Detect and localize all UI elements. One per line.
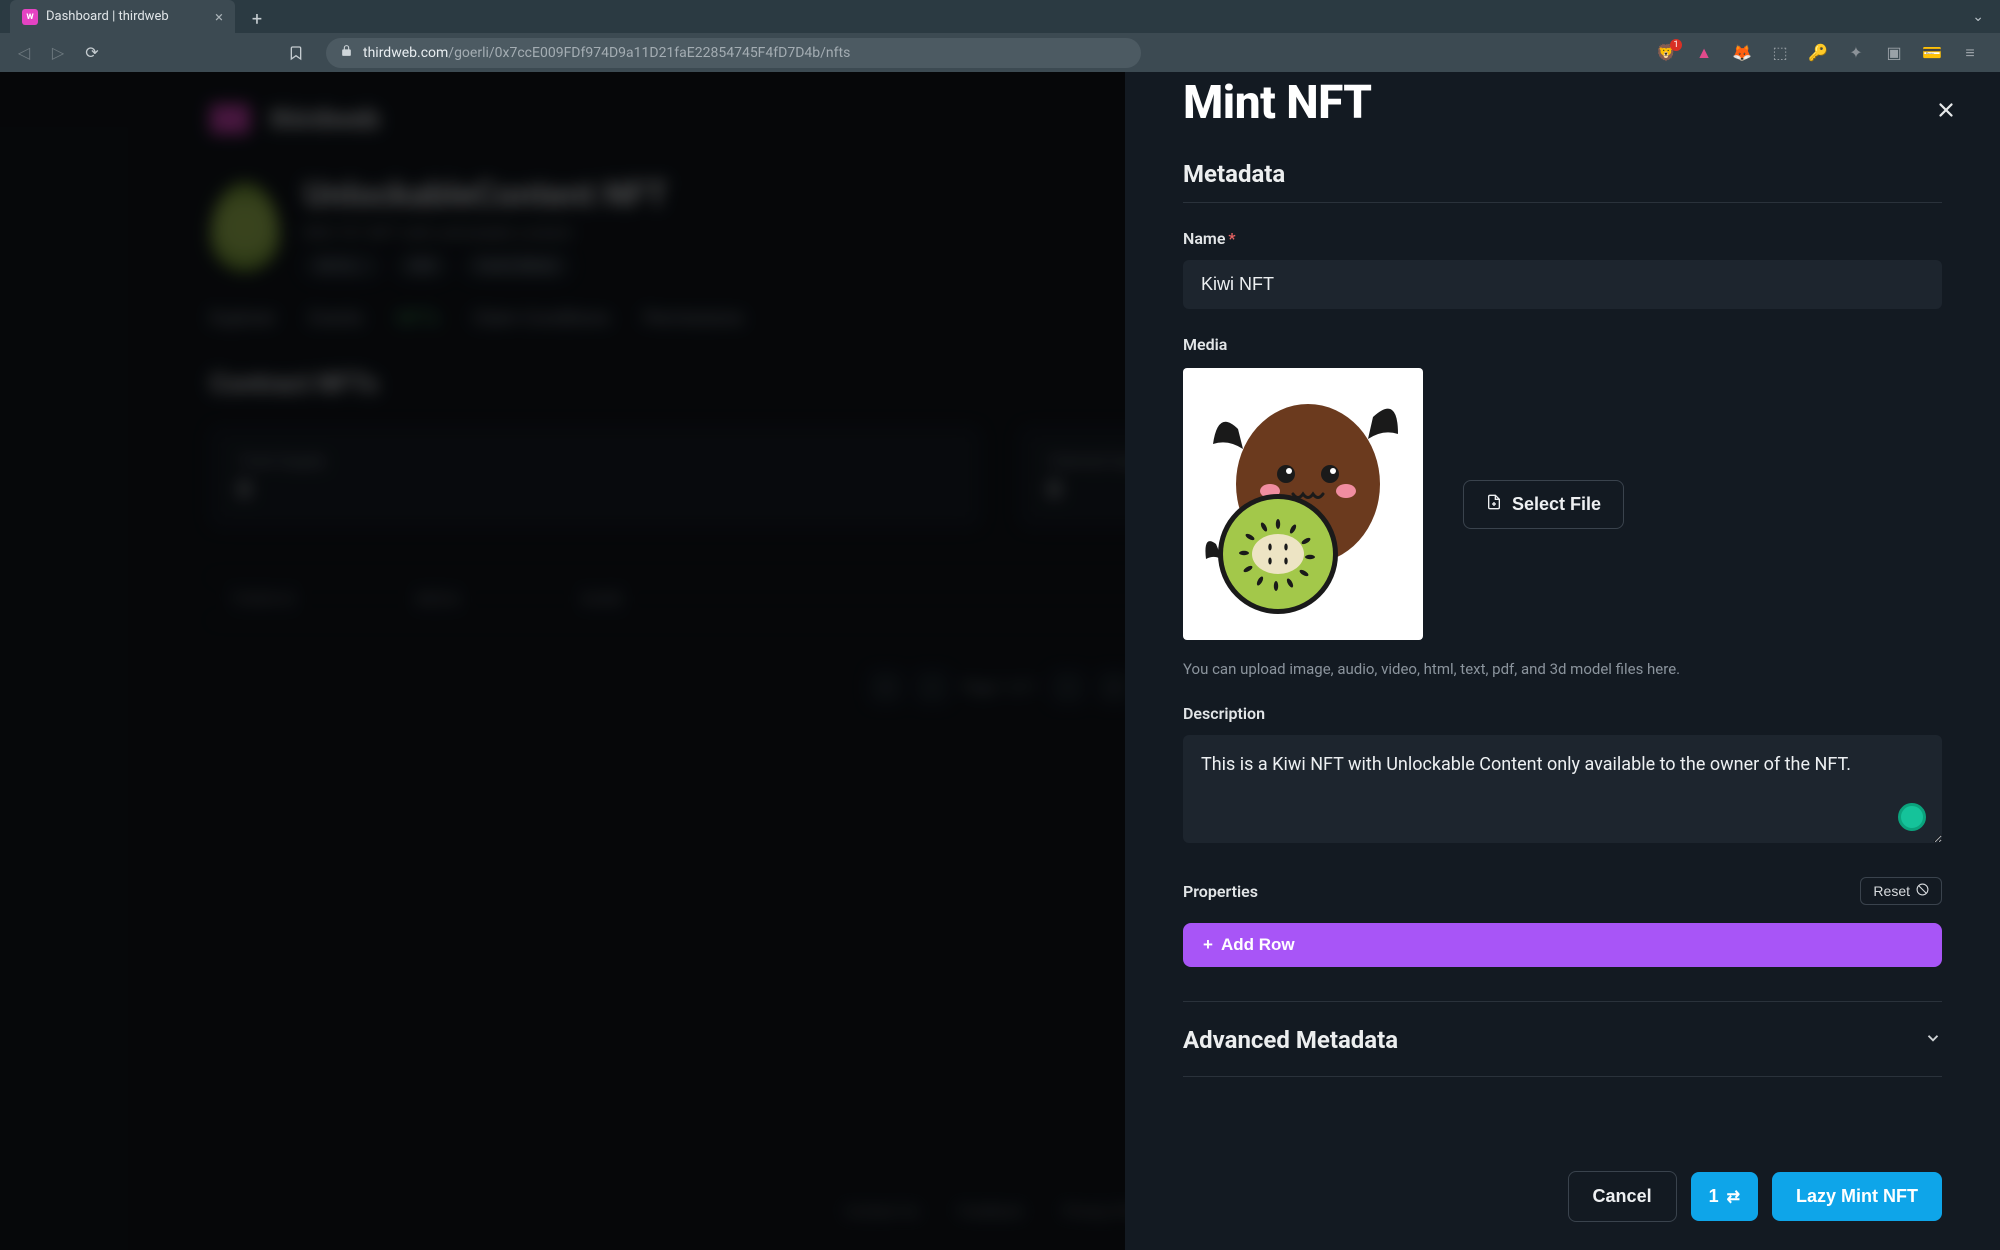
description-label: Description xyxy=(1183,704,1942,723)
bookmark-icon[interactable] xyxy=(284,41,308,65)
media-preview xyxy=(1183,368,1423,640)
add-row-label: Add Row xyxy=(1221,935,1295,955)
select-file-button[interactable]: Select File xyxy=(1463,480,1624,529)
media-label: Media xyxy=(1183,335,1942,354)
forward-button[interactable]: ▷ xyxy=(46,41,70,65)
tab-bar: w Dashboard | thirdweb × + ⌄ xyxy=(0,0,2000,33)
metamask-icon[interactable]: 🦊 xyxy=(1732,43,1752,63)
tab-title: Dashboard | thirdweb xyxy=(46,9,169,24)
address-bar: ◁ ▷ ⟳ thirdweb.com/goerli/0x7ccE009FDf97… xyxy=(0,33,2000,72)
reset-button[interactable]: Reset xyxy=(1860,877,1942,905)
swap-icon: ⇄ xyxy=(1727,1187,1740,1207)
extension-icons: 🦁 ▲ 🦊 ⬚ 🔑 ✦ ▣ 💳 ≡ xyxy=(1656,43,1988,63)
tx-count: 1 xyxy=(1709,1186,1719,1207)
app-menu-icon[interactable]: ≡ xyxy=(1960,43,1980,63)
tab-favicon: w xyxy=(22,9,38,25)
mint-nft-drawer: Mint NFT Metadata Name* Media xyxy=(1125,72,2000,1250)
file-icon xyxy=(1486,493,1502,516)
extension-icon[interactable]: ⬚ xyxy=(1770,43,1790,63)
properties-label: Properties xyxy=(1183,882,1258,901)
advanced-metadata-label: Advanced Metadata xyxy=(1183,1026,1398,1054)
tx-count-button[interactable]: 1 ⇄ xyxy=(1691,1172,1758,1221)
viewport: thirdweb Explore Docs UnlockableContent … xyxy=(0,72,2000,1250)
reset-label: Reset xyxy=(1873,883,1910,899)
divider xyxy=(1183,1001,1942,1002)
new-tab-button[interactable]: + xyxy=(243,5,271,33)
url-domain: thirdweb.com xyxy=(363,45,448,61)
drawer-title: Mint NFT xyxy=(1183,76,1942,130)
browser-tab[interactable]: w Dashboard | thirdweb × xyxy=(10,0,235,33)
drawer-footer: Cancel 1 ⇄ Lazy Mint NFT xyxy=(1183,1143,1942,1250)
url-field[interactable]: thirdweb.com/goerli/0x7ccE009FDf974D9a11… xyxy=(326,38,1141,68)
prohibit-icon xyxy=(1916,883,1929,899)
tabs-dropdown-icon[interactable]: ⌄ xyxy=(1972,9,1984,25)
add-row-button[interactable]: + Add Row xyxy=(1183,923,1942,967)
grammarly-icon[interactable] xyxy=(1898,803,1926,831)
cancel-button[interactable]: Cancel xyxy=(1568,1171,1677,1222)
metadata-heading: Metadata xyxy=(1183,160,1942,188)
extensions-puzzle-icon[interactable]: ✦ xyxy=(1846,43,1866,63)
close-icon[interactable]: × xyxy=(215,8,223,26)
cancel-label: Cancel xyxy=(1593,1186,1652,1207)
brave-rewards-icon[interactable]: ▲ xyxy=(1694,43,1714,63)
reload-button[interactable]: ⟳ xyxy=(80,41,104,65)
close-icon[interactable] xyxy=(1930,94,1962,126)
brave-shield-icon[interactable]: 🦁 xyxy=(1656,43,1676,63)
key-icon[interactable]: 🔑 xyxy=(1808,43,1828,63)
divider xyxy=(1183,1076,1942,1077)
plus-icon: + xyxy=(1203,935,1213,955)
browser-chrome: w Dashboard | thirdweb × + ⌄ ◁ ▷ ⟳ third… xyxy=(0,0,2000,72)
description-input[interactable] xyxy=(1183,735,1942,843)
kiwi-image xyxy=(1198,389,1408,619)
wallet-icon[interactable]: 💳 xyxy=(1922,43,1942,63)
divider xyxy=(1183,202,1942,203)
lock-icon xyxy=(340,44,353,61)
url-path: /goerli/0x7ccE009FDf974D9a11D21faE228547… xyxy=(448,45,850,61)
media-hint: You can upload image, audio, video, html… xyxy=(1183,660,1942,678)
lazy-mint-button[interactable]: Lazy Mint NFT xyxy=(1772,1172,1942,1221)
chevron-down-icon xyxy=(1924,1029,1942,1052)
sidebar-icon[interactable]: ▣ xyxy=(1884,43,1904,63)
back-button[interactable]: ◁ xyxy=(12,41,36,65)
name-input[interactable] xyxy=(1183,260,1942,309)
select-file-label: Select File xyxy=(1512,494,1601,515)
name-label: Name* xyxy=(1183,229,1942,248)
advanced-metadata-toggle[interactable]: Advanced Metadata xyxy=(1183,1004,1942,1076)
lazy-mint-label: Lazy Mint NFT xyxy=(1796,1186,1918,1207)
